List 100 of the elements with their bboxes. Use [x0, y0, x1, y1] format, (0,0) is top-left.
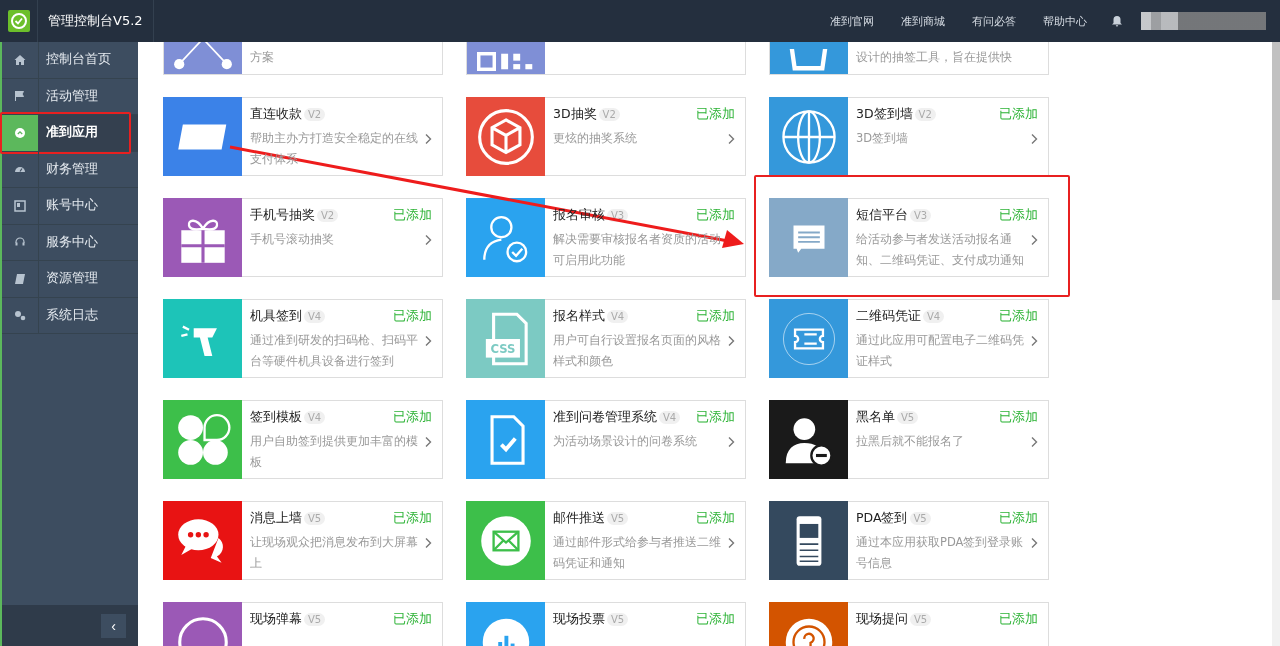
app-description: 设计的抽签工具，旨在提供快	[856, 49, 1013, 66]
chevron-right-icon[interactable]	[424, 133, 432, 145]
app-description: 通过邮件形式给参与者推送二维码凭证和通知	[553, 534, 722, 572]
chevron-right-icon[interactable]	[424, 234, 432, 246]
status-label: 已添加	[696, 307, 735, 325]
status-label: 已添加	[393, 307, 432, 325]
gears-icon	[14, 309, 26, 322]
app-title: 签到模板	[250, 408, 302, 426]
chevron-right-icon[interactable]	[1030, 537, 1038, 549]
status-label: 已添加	[393, 610, 432, 628]
app-card[interactable]: CSS 报名样式 V4 已添加 用户可自行设置报名页面的风格样式和颜色	[466, 299, 746, 378]
app-title: 机具签到	[250, 307, 302, 325]
status-label: 已添加	[696, 408, 735, 426]
sidebar-item[interactable]: 系统日志	[2, 297, 138, 334]
chevron-right-icon[interactable]	[424, 335, 432, 347]
app-card[interactable]: 黑名单 V5 已添加 拉黑后就不能报名了	[769, 400, 1049, 479]
version-tag: V2	[317, 208, 339, 222]
nav-link[interactable]: 准到商城	[901, 13, 945, 29]
sidebar-item[interactable]: 资源管理	[2, 261, 138, 298]
book-icon	[14, 272, 26, 285]
app-description: 手机号滚动抽奖	[250, 231, 335, 248]
sidebar-item[interactable]: 财务管理	[2, 151, 138, 188]
chevron-right-icon[interactable]	[727, 133, 735, 145]
app-description: 通过本应用获取PDA签到登录账号信息	[856, 534, 1025, 572]
chevron-right-icon[interactable]	[727, 537, 735, 549]
status-label: 已添加	[696, 206, 735, 224]
circle-icon	[14, 126, 26, 139]
app-title: 手机号抽奖	[250, 206, 315, 224]
chevron-right-icon[interactable]	[1030, 335, 1038, 347]
scrollbar-thumb[interactable]	[1272, 42, 1280, 300]
status-label: 已添加	[696, 105, 735, 123]
chevron-right-icon[interactable]	[1030, 133, 1038, 145]
status-label: 已添加	[999, 610, 1038, 628]
clock-logo-icon	[7, 10, 30, 32]
app-card[interactable]: 准到问卷管理系统 V4 已添加 为活动场景设计的问卷系统	[466, 400, 746, 479]
app-card[interactable]: 短信平台 V3 已添加 给活动参与者发送活动报名通知、二维码凭证、支付成功通知	[769, 198, 1049, 277]
app-card[interactable]: 现场提问 V5 已添加	[769, 602, 1049, 646]
chevron-right-icon[interactable]	[1030, 436, 1038, 448]
chevron-right-icon[interactable]	[1030, 234, 1038, 246]
app-card[interactable]: 现场投票 V5 已添加	[466, 602, 746, 646]
version-tag: V5	[909, 511, 931, 525]
redacted-username[interactable]	[1141, 12, 1266, 30]
app-description: 用户自助签到提供更加丰富的模板	[250, 433, 419, 471]
chevron-right-icon[interactable]	[424, 537, 432, 549]
nav-link[interactable]: 有问必答	[972, 13, 1016, 29]
version-tag: V5	[304, 612, 326, 626]
app-card[interactable]: 签到模板 V4 已添加 用户自助签到提供更加丰富的模板	[163, 400, 443, 479]
panel-icon	[14, 199, 26, 212]
app-card[interactable]: 3D签到墙 V2 已添加 3D签到墙	[769, 97, 1049, 176]
flag-icon	[14, 90, 26, 103]
status-label: 已添加	[999, 105, 1038, 123]
status-label: 已添加	[999, 408, 1038, 426]
headset-icon	[14, 236, 26, 249]
app-card[interactable]: 现场弹幕 V5 已添加	[163, 602, 443, 646]
app-title: 3D抽奖	[553, 105, 597, 123]
status-label: 已添加	[999, 307, 1038, 325]
version-tag: V4	[304, 309, 326, 323]
app-title: 消息上墙	[250, 509, 302, 527]
app-title: 现场投票	[553, 610, 605, 628]
notification-bell-icon[interactable]	[1111, 15, 1123, 27]
version-tag: V5	[607, 612, 629, 626]
app-title: 3D签到墙	[856, 105, 913, 123]
app-title: 邮件推送	[553, 509, 605, 527]
nav-link[interactable]: 准到官网	[830, 13, 874, 29]
chevron-right-icon[interactable]	[727, 335, 735, 347]
version-tag: V5	[910, 612, 932, 626]
app-description: 通过此应用可配置电子二维码凭证样式	[856, 332, 1025, 370]
chevron-right-icon[interactable]	[727, 436, 735, 448]
status-label: 已添加	[696, 610, 735, 628]
app-card[interactable]: 消息上墙 V5 已添加 让现场观众把消息发布到大屏幕上	[163, 501, 443, 580]
sidebar-item[interactable]: 账号中心	[2, 188, 138, 225]
app-title: 二维码凭证	[856, 307, 921, 325]
version-tag: V5	[304, 511, 326, 525]
app-description: 为活动场景设计的问卷系统	[553, 433, 698, 450]
sidebar-item[interactable]: 控制台首页	[2, 42, 138, 79]
app-title: 现场提问	[856, 610, 908, 628]
app-card[interactable]: PDA签到 V5 已添加 通过本应用获取PDA签到登录账号信息	[769, 501, 1049, 580]
status-label: 已添加	[393, 408, 432, 426]
app-title: 现场弹幕	[250, 610, 302, 628]
app-card[interactable]: 邮件推送 V5 已添加 通过邮件形式给参与者推送二维码凭证和通知	[466, 501, 746, 580]
app-card[interactable]	[466, 42, 746, 75]
version-tag: V4	[923, 309, 945, 323]
app-card[interactable]: 二维码凭证 V4 已添加 通过此应用可配置电子二维码凭证样式	[769, 299, 1049, 378]
chevron-right-icon[interactable]	[424, 436, 432, 448]
nav-link[interactable]: 帮助中心	[1043, 13, 1087, 29]
app-description: 通过准到研发的扫码枪、扫码平台等硬件机具设备进行签到	[250, 332, 419, 370]
app-description: 让现场观众把消息发布到大屏幕上	[250, 534, 419, 572]
sidebar-item[interactable]: 服务中心	[2, 224, 138, 261]
collapse-sidebar-button[interactable]: ‹	[101, 613, 126, 638]
app-description: 更炫的抽奖系统	[553, 130, 638, 147]
status-label: 已添加	[696, 509, 735, 527]
app-card[interactable]: 机具签到 V4 已添加 通过准到研发的扫码枪、扫码平台等硬件机具设备进行签到	[163, 299, 443, 378]
home-icon	[14, 53, 26, 66]
version-tag: V5	[607, 511, 629, 525]
sidebar-item[interactable]: 准到应用	[2, 115, 138, 152]
app-card[interactable]: 3D抽奖 V2 已添加 更炫的抽奖系统	[466, 97, 746, 176]
app-description: 3D签到墙	[856, 130, 910, 147]
app-card[interactable]: 手机号抽奖 V2 已添加 手机号滚动抽奖	[163, 198, 443, 277]
version-tag: V4	[659, 410, 681, 424]
app-description: 给活动参与者发送活动报名通知、二维码凭证、支付成功通知	[856, 231, 1025, 269]
